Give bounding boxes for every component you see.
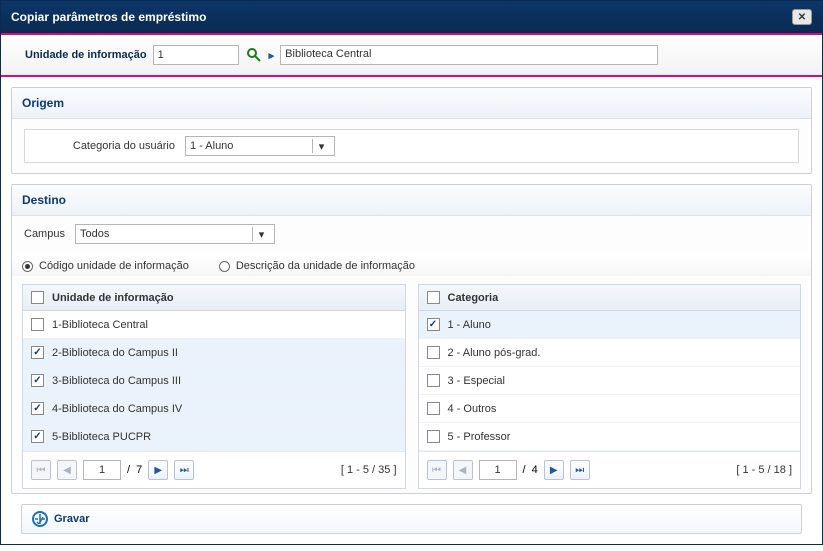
- radio-descricao[interactable]: Descrição da unidade de informação: [219, 260, 415, 272]
- list-item[interactable]: 5-Biblioteca PUCPR: [23, 423, 405, 451]
- categoria-pager: ⏮ ◀ / 4 ▶ ⏭ [ 1 - 5 / 18 ]: [419, 451, 801, 488]
- unit-select-all-checkbox[interactable]: [31, 291, 44, 304]
- dialog-title: Copiar parâmetros de empréstimo: [11, 10, 206, 24]
- pager-slash: /: [523, 464, 526, 476]
- unit-item-label: 1-Biblioteca Central: [52, 319, 148, 331]
- categoria-label: Categoria do usuário: [35, 140, 175, 152]
- section-origem: Origem Categoria do usuário 1 - Aluno ▾: [11, 87, 812, 174]
- chevron-down-icon: ▾: [252, 227, 270, 241]
- list-item[interactable]: 1-Biblioteca Central: [23, 311, 405, 339]
- categoria-panel: Categoria 1 - Aluno 2 - Aluno pós-grad.: [418, 284, 802, 489]
- unit-item-checkbox[interactable]: [31, 318, 44, 331]
- pager-prev-button[interactable]: ◀: [453, 460, 473, 480]
- unit-item-label: 5-Biblioteca PUCPR: [52, 431, 151, 443]
- arrow-separator-icon: ▸: [269, 49, 275, 62]
- unit-item-checkbox[interactable]: [31, 374, 44, 387]
- list-item[interactable]: 3-Biblioteca do Campus III: [23, 367, 405, 395]
- unit-item-label: 3-Biblioteca do Campus III: [52, 375, 181, 387]
- categoria-item-label: 2 - Aluno pós-grad.: [448, 347, 541, 359]
- categoria-item-checkbox[interactable]: [427, 346, 440, 359]
- section-destino-header: Destino: [12, 185, 811, 216]
- campus-value: Todos: [80, 228, 109, 240]
- categoria-value: 1 - Aluno: [190, 140, 233, 152]
- list-item[interactable]: 5 - Professor: [419, 423, 801, 451]
- radio-icon: [22, 261, 33, 272]
- section-destino: Destino Campus Todos ▾ Código unidade de…: [11, 184, 812, 494]
- radio-row: Código unidade de informação Descrição d…: [12, 254, 811, 276]
- gravar-button[interactable]: Gravar: [32, 511, 89, 527]
- list-item[interactable]: 4-Biblioteca do Campus IV: [23, 395, 405, 423]
- campus-select[interactable]: Todos ▾: [75, 224, 275, 244]
- section-destino-body: Campus Todos ▾ Código unidade de informa…: [12, 216, 811, 493]
- gravar-label: Gravar: [54, 513, 89, 525]
- unit-item-checkbox[interactable]: [31, 402, 44, 415]
- close-button[interactable]: ✕: [792, 9, 812, 25]
- pager-page-input[interactable]: [479, 460, 517, 480]
- unit-item-checkbox[interactable]: [31, 430, 44, 443]
- panels: Unidade de informação 1-Biblioteca Centr…: [12, 276, 811, 493]
- unit-pager: ⏮ ◀ / 7 ▶ ⏭ [ 1 - 5 / 35 ]: [23, 451, 405, 488]
- dialog-content: Unidade de informação ▸ Biblioteca Centr…: [1, 35, 822, 544]
- categoria-item-label: 3 - Especial: [448, 375, 505, 387]
- list-item[interactable]: 1 - Aluno: [419, 311, 801, 339]
- unit-name-display: Biblioteca Central: [280, 45, 658, 65]
- pager-last-button[interactable]: ⏭: [570, 460, 590, 480]
- close-icon: ✕: [798, 12, 806, 23]
- categoria-panel-title: Categoria: [448, 292, 499, 304]
- categoria-select[interactable]: 1 - Aluno ▾: [185, 136, 335, 156]
- pager-total: 7: [136, 464, 142, 476]
- dialog: Copiar parâmetros de empréstimo ✕ Unidad…: [0, 0, 823, 545]
- pager-next-button[interactable]: ▶: [148, 460, 168, 480]
- list-item[interactable]: 2 - Aluno pós-grad.: [419, 339, 801, 367]
- pager-range: [ 1 - 5 / 35 ]: [341, 464, 397, 476]
- categoria-item-label: 5 - Professor: [448, 431, 511, 443]
- list-item[interactable]: 2-Biblioteca do Campus II: [23, 339, 405, 367]
- section-origem-body: Categoria do usuário 1 - Aluno ▾: [12, 119, 811, 173]
- unit-panel-title: Unidade de informação: [52, 292, 174, 304]
- categoria-item-checkbox[interactable]: [427, 430, 440, 443]
- list-item[interactable]: 4 - Outros: [419, 395, 801, 423]
- action-bar: Gravar: [21, 504, 802, 534]
- pager-slash: /: [127, 464, 130, 476]
- categoria-item-checkbox[interactable]: [427, 402, 440, 415]
- pager-last-button[interactable]: ⏭: [174, 460, 194, 480]
- categoria-item-label: 1 - Aluno: [448, 319, 491, 331]
- list-item[interactable]: 3 - Especial: [419, 367, 801, 395]
- unit-panel: Unidade de informação 1-Biblioteca Centr…: [22, 284, 406, 489]
- categoria-item-checkbox[interactable]: [427, 374, 440, 387]
- pager-range: [ 1 - 5 / 18 ]: [736, 464, 792, 476]
- radio-codigo-label: Código unidade de informação: [39, 260, 189, 272]
- unit-code-input[interactable]: [153, 45, 239, 65]
- categoria-select-all-checkbox[interactable]: [427, 291, 440, 304]
- save-icon: [32, 511, 48, 527]
- titlebar: Copiar parâmetros de empréstimo ✕: [1, 1, 822, 35]
- pager-first-button[interactable]: ⏮: [427, 460, 447, 480]
- lookup-icon[interactable]: [245, 46, 263, 64]
- unit-item-checkbox[interactable]: [31, 346, 44, 359]
- unit-item-label: 2-Biblioteca do Campus II: [52, 347, 178, 359]
- categoria-item-checkbox[interactable]: [427, 318, 440, 331]
- unit-item-label: 4-Biblioteca do Campus IV: [52, 403, 182, 415]
- pager-total: 4: [532, 464, 538, 476]
- categoria-item-label: 4 - Outros: [448, 403, 497, 415]
- unit-info-row: Unidade de informação ▸ Biblioteca Centr…: [1, 37, 822, 77]
- unit-panel-header: Unidade de informação: [23, 285, 405, 311]
- pager-page-input[interactable]: [83, 460, 121, 480]
- campus-label: Campus: [24, 228, 65, 240]
- radio-icon: [219, 261, 230, 272]
- sections: Origem Categoria do usuário 1 - Aluno ▾ …: [1, 77, 822, 544]
- radio-codigo[interactable]: Código unidade de informação: [22, 260, 189, 272]
- categoria-panel-header: Categoria: [419, 285, 801, 311]
- pager-prev-button[interactable]: ◀: [57, 460, 77, 480]
- unit-info-label: Unidade de informação: [25, 49, 147, 61]
- radio-descricao-label: Descrição da unidade de informação: [236, 260, 415, 272]
- section-origem-header: Origem: [12, 88, 811, 119]
- pager-first-button[interactable]: ⏮: [31, 460, 51, 480]
- chevron-down-icon: ▾: [312, 139, 330, 153]
- pager-next-button[interactable]: ▶: [544, 460, 564, 480]
